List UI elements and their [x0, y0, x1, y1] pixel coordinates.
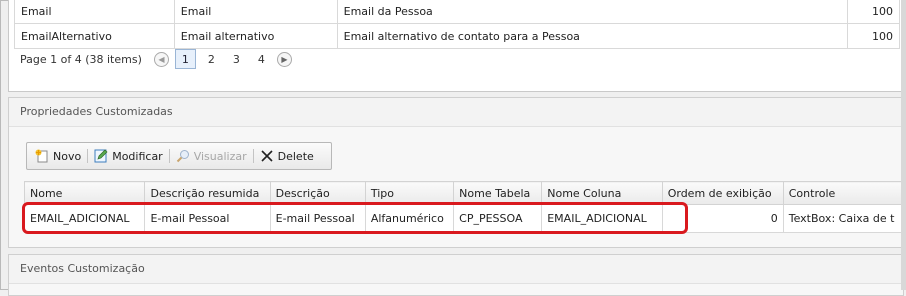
cell-ordem-exibicao: 0: [661, 204, 784, 233]
toolbar: Novo Modificar Visualizar Delete: [26, 142, 332, 170]
cell-description: Email alternativo de contato para a Pess…: [336, 23, 849, 49]
new-document-icon: [35, 149, 48, 163]
page-2-button[interactable]: 2: [202, 50, 221, 68]
cell-name: Email: [14, 0, 175, 24]
page-1-button[interactable]: 1: [174, 49, 196, 69]
page-3-button[interactable]: 3: [227, 50, 246, 68]
cell-value: 100: [847, 0, 900, 24]
view-label: Visualizar: [193, 149, 247, 163]
cell-controle: TextBox: Caixa de t: [782, 204, 906, 233]
table-row[interactable]: EMAIL_ADICIONAL E-mail Pessoal E-mail Pe…: [23, 204, 906, 233]
toolbar-separator: [168, 149, 170, 163]
pager-info: Page 1 of 4 (38 items): [20, 52, 142, 66]
table-row[interactable]: EmailAlternativo Email alternativo Email…: [14, 23, 900, 49]
next-page-icon[interactable]: ▶: [276, 51, 292, 67]
column-header-nome[interactable]: Nome: [23, 181, 146, 205]
toolbar-separator: [87, 149, 89, 163]
cell-label: Email: [173, 0, 338, 24]
view-button[interactable]: Visualizar: [174, 144, 249, 168]
edit-pencil-icon: [94, 149, 108, 163]
column-header-nome-tabela[interactable]: Nome Tabela: [453, 181, 543, 205]
cell-description: Email da Pessoa: [336, 0, 849, 24]
column-header-controle[interactable]: Controle: [782, 181, 906, 205]
cell-nome-tabela: CP_PESSOA: [453, 204, 543, 233]
grid-header-row: Nome Descrição resumida Descrição Tipo N…: [23, 181, 906, 205]
column-header-descricao-resumida[interactable]: Descrição resumida: [144, 181, 271, 205]
cell-descricao-resumida: E-mail Pessoal: [144, 204, 271, 233]
delete-label: Delete: [277, 149, 314, 163]
toolbar-separator: [252, 149, 254, 163]
delete-button[interactable]: Delete: [258, 144, 316, 168]
magnifier-icon: [176, 150, 189, 163]
edit-button[interactable]: Modificar: [92, 144, 165, 168]
cell-value: 100: [847, 23, 900, 49]
cell-nome-coluna: EMAIL_ADICIONAL: [541, 204, 663, 233]
new-button[interactable]: Novo: [33, 144, 83, 168]
cell-tipo: Alfanumérico: [364, 204, 455, 233]
prev-page-icon[interactable]: ◀: [153, 51, 169, 67]
table-row[interactable]: Email Email Email da Pessoa 100: [14, 0, 900, 24]
cell-label: Email alternativo: [173, 23, 338, 49]
column-header-tipo[interactable]: Tipo: [364, 181, 455, 205]
scrollbar[interactable]: [901, 0, 906, 290]
column-header-ordem-exibicao[interactable]: Ordem de exibição: [661, 181, 784, 205]
custom-properties-grid: Nome Descrição resumida Descrição Tipo N…: [23, 181, 906, 233]
cell-nome: EMAIL_ADICIONAL: [23, 204, 146, 233]
section-title: Propriedades Customizadas: [9, 98, 903, 127]
properties-grid: Email Email Email da Pessoa 100 EmailAlt…: [14, 0, 900, 49]
cell-descricao: E-mail Pessoal: [269, 204, 366, 233]
column-header-nome-coluna[interactable]: Nome Coluna: [541, 181, 663, 205]
pager: Page 1 of 4 (38 items) ◀ 1 2 3 4 ▶: [20, 48, 292, 70]
cell-name: EmailAlternativo: [14, 23, 175, 49]
edit-label: Modificar: [112, 149, 163, 163]
delete-x-icon: [261, 150, 273, 162]
new-label: Novo: [53, 149, 82, 163]
section-title: Eventos Customização: [9, 255, 903, 284]
column-header-descricao[interactable]: Descrição: [269, 181, 366, 205]
page-4-button[interactable]: 4: [252, 50, 271, 68]
